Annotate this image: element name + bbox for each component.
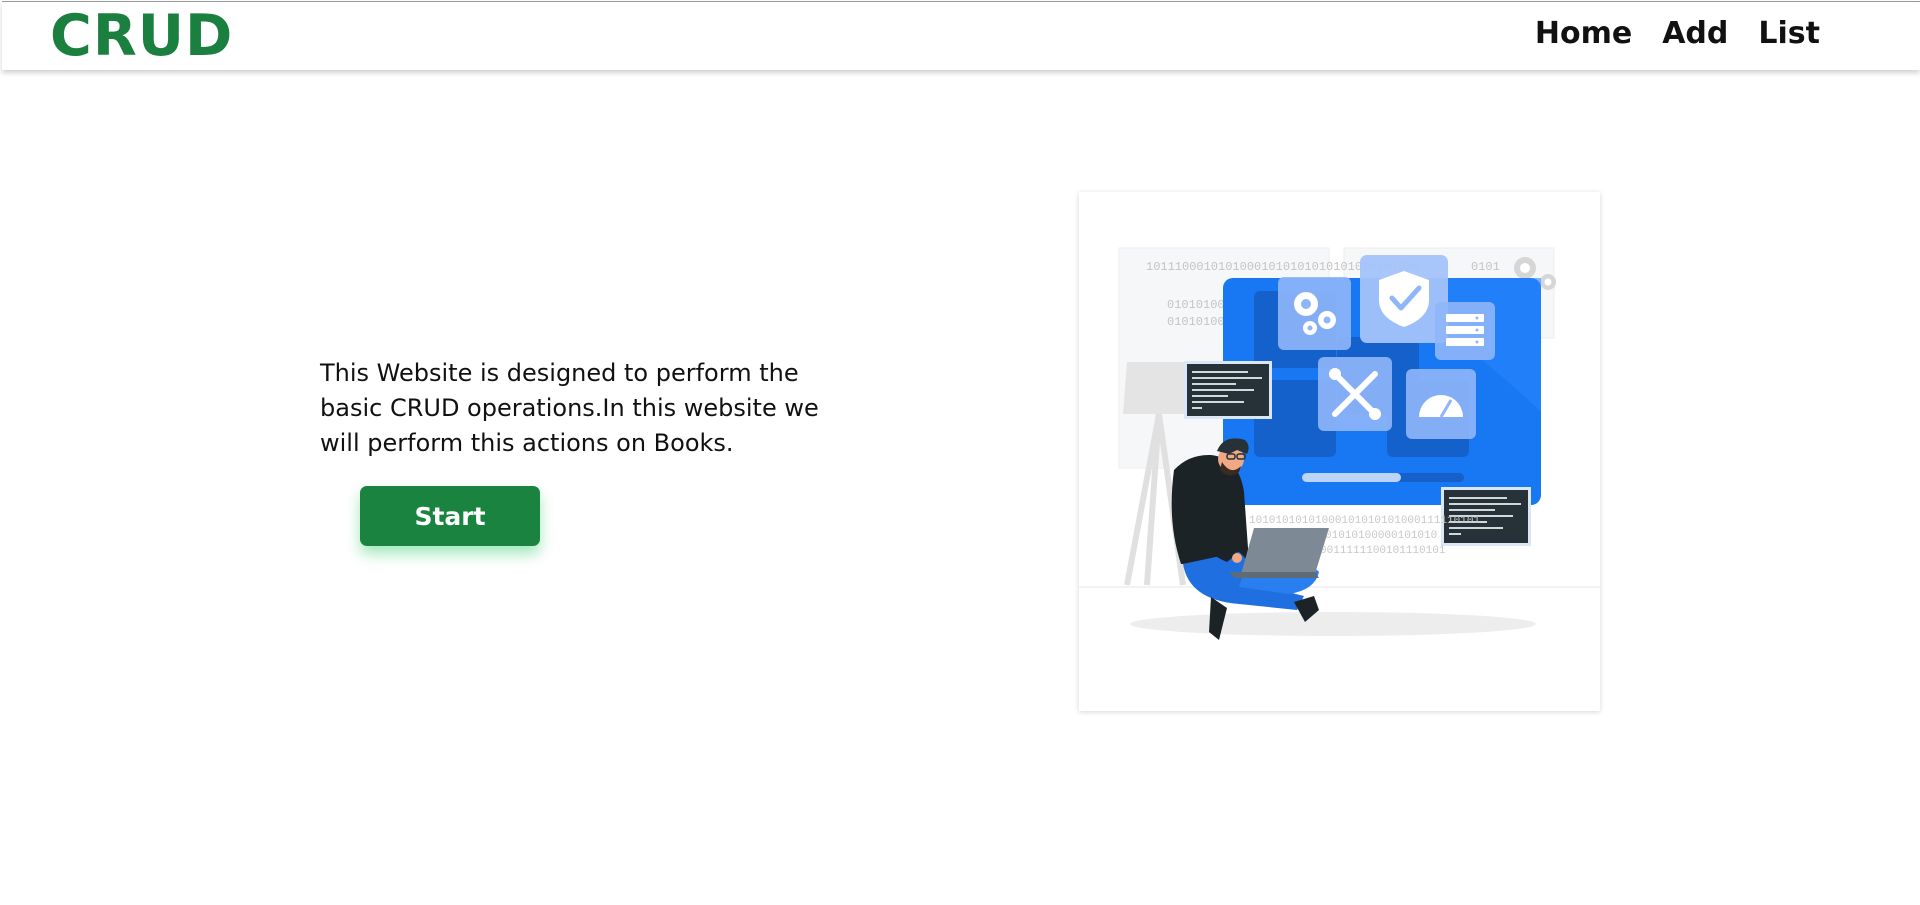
- gauge-tile: [1406, 369, 1476, 439]
- nav-link-home[interactable]: Home: [1535, 17, 1632, 51]
- brand-logo[interactable]: CRUD: [50, 6, 233, 66]
- binary-text-4: 10101010101000101010101000111110101: [1249, 515, 1480, 527]
- binary-text-2: 01010100: [1167, 298, 1225, 312]
- shield-check-tile: [1360, 255, 1448, 343]
- server-tile: [1435, 302, 1495, 360]
- start-button[interactable]: Start: [360, 486, 540, 546]
- developer-illustration: 10111000101010001010101010101010101000 0…: [1079, 247, 1600, 640]
- binary-text-3: 01010100: [1167, 315, 1225, 329]
- top-navbar: CRUD Home Add List: [2, 1, 1920, 70]
- binary-text-tail: 0101: [1471, 260, 1500, 274]
- illustration-card: 10111000101010001010101010101010101000 0…: [1079, 192, 1600, 711]
- terminal-window-left: [1184, 361, 1272, 419]
- tools-tile: [1318, 357, 1392, 431]
- nav-link-add[interactable]: Add: [1662, 17, 1728, 51]
- settings-tile: [1278, 277, 1351, 350]
- nav-link-list[interactable]: List: [1758, 17, 1820, 51]
- main-nav: Home Add List: [1535, 17, 1820, 51]
- intro-description: This Website is designed to perform the …: [320, 359, 819, 457]
